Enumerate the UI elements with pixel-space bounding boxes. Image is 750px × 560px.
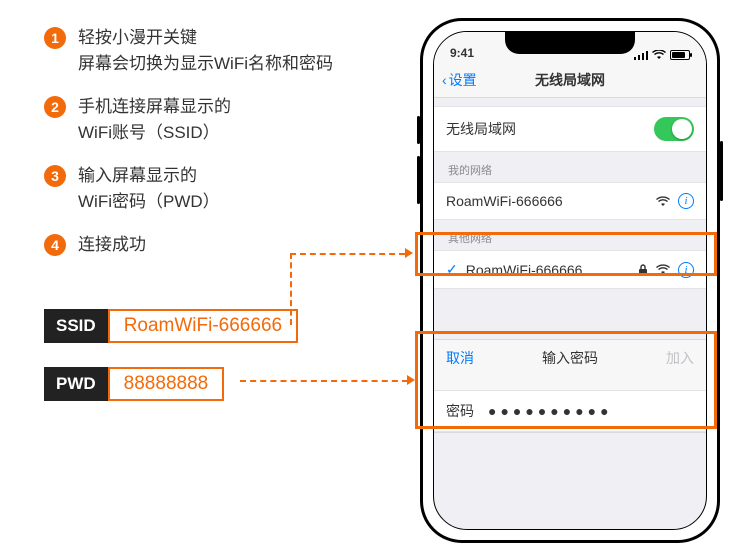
network-name: RoamWiFi-666666	[466, 262, 583, 278]
step-text: 连接成功	[78, 232, 146, 258]
network-name: RoamWiFi-666666	[446, 193, 563, 209]
wifi-icon	[656, 264, 670, 275]
ssid-label: SSID	[44, 309, 108, 343]
step-1: 1 轻按小漫开关键 屏幕会切换为显示WiFi名称和密码	[44, 25, 374, 76]
my-network-row[interactable]: RoamWiFi-666666 i	[434, 182, 706, 220]
join-button[interactable]: 加入	[666, 348, 694, 368]
wifi-toggle-label: 无线局域网	[446, 119, 516, 139]
ssid-value: RoamWiFi-666666	[108, 309, 298, 343]
status-right	[634, 50, 690, 60]
battery-icon	[670, 50, 690, 60]
nav-bar: ‹ 设置 无线局域网	[434, 62, 706, 98]
instruction-steps: 1 轻按小漫开关键 屏幕会切换为显示WiFi名称和密码 2 手机连接屏幕显示的 …	[44, 25, 374, 276]
status-time: 9:41	[450, 46, 474, 60]
step-number: 1	[44, 27, 66, 49]
phone-frame: 9:41 ‹ 设置 无线局域网 无线局域网 我的网络 RoamWiFi-6666…	[420, 18, 720, 543]
wifi-icon	[652, 50, 666, 60]
step-text: 输入屏幕显示的 WiFi密码（PWD）	[78, 163, 220, 214]
password-label: 密码	[446, 401, 474, 421]
pwd-label: PWD	[44, 367, 108, 401]
step-number: 3	[44, 165, 66, 187]
step-number: 2	[44, 96, 66, 118]
step-text: 手机连接屏幕显示的 WiFi账号（SSID）	[78, 94, 231, 145]
password-dialog: 取消 输入密码 加入 密码 ●●●●●●●●●●	[434, 339, 706, 433]
checkmark-icon: ✓	[446, 261, 458, 278]
pwd-value: 88888888	[108, 367, 225, 401]
step-number: 4	[44, 234, 66, 256]
step-2: 2 手机连接屏幕显示的 WiFi账号（SSID）	[44, 94, 374, 145]
info-icon[interactable]: i	[678, 262, 694, 278]
wifi-toggle-cell[interactable]: 无线局域网	[434, 106, 706, 152]
dialog-title: 输入密码	[542, 348, 598, 368]
wifi-icon	[656, 196, 670, 207]
info-icon[interactable]: i	[678, 193, 694, 209]
phone-screen: 9:41 ‹ 设置 无线局域网 无线局域网 我的网络 RoamWiFi-6666…	[433, 31, 707, 530]
other-networks-header: 其他网络	[434, 220, 706, 250]
signal-icon	[634, 50, 648, 60]
notch	[505, 32, 635, 54]
ssid-row: SSID RoamWiFi-666666	[44, 309, 298, 343]
password-masked: ●●●●●●●●●●	[488, 403, 613, 419]
pwd-row: PWD 88888888	[44, 367, 298, 401]
credentials: SSID RoamWiFi-666666 PWD 88888888	[44, 309, 298, 425]
step-text: 轻按小漫开关键 屏幕会切换为显示WiFi名称和密码	[78, 25, 333, 76]
lock-icon	[638, 264, 648, 276]
step-3: 3 输入屏幕显示的 WiFi密码（PWD）	[44, 163, 374, 214]
other-network-row[interactable]: ✓ RoamWiFi-666666 i	[434, 250, 706, 289]
nav-title: 无线局域网	[434, 70, 706, 90]
cancel-button[interactable]: 取消	[446, 348, 474, 368]
my-networks-header: 我的网络	[434, 152, 706, 182]
wifi-toggle[interactable]	[654, 117, 694, 141]
password-field-row[interactable]: 密码 ●●●●●●●●●●	[434, 390, 706, 432]
